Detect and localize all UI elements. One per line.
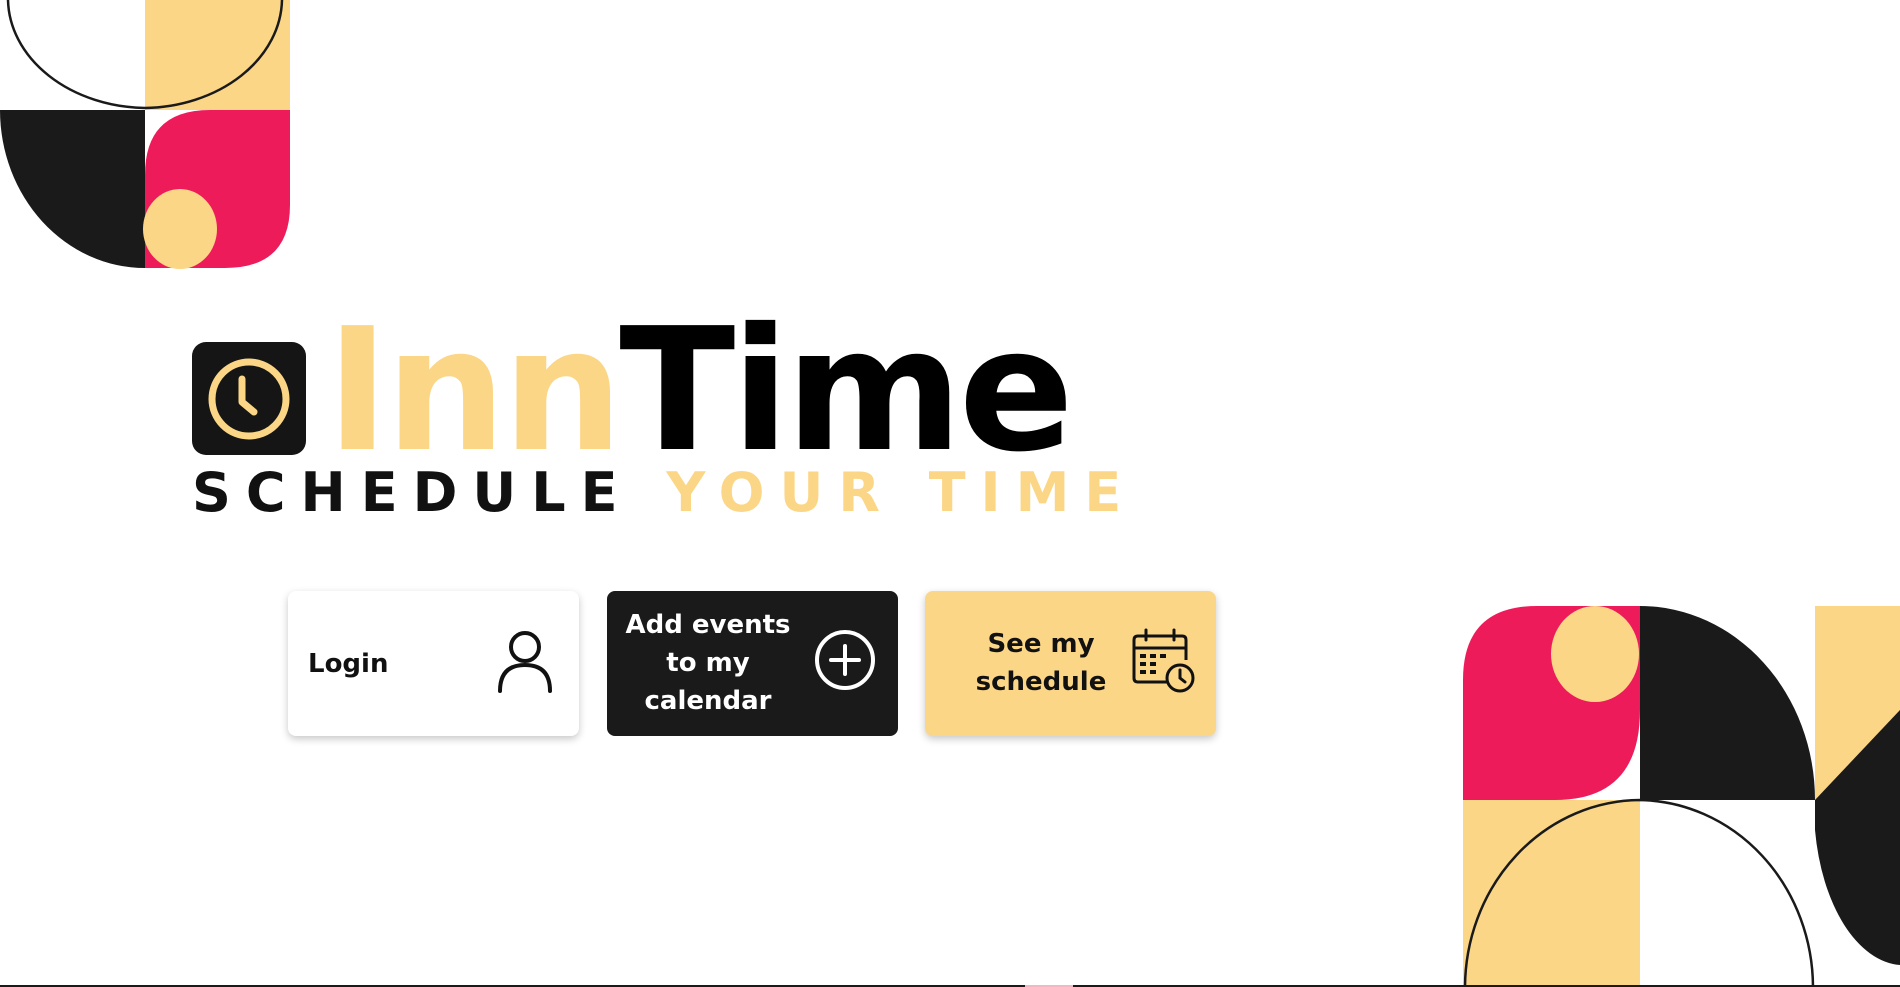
brand-title: InnTime: [326, 296, 1074, 486]
yellow-strip: [1815, 606, 1900, 801]
tagline: SCHEDULE YOUR TIME: [192, 462, 1136, 524]
top-left-geometric-decoration: [0, 0, 290, 269]
pink-rounded-block: [1463, 606, 1640, 800]
user-icon: [498, 631, 552, 693]
black-quarter-shape: [0, 110, 145, 268]
see-schedule-button[interactable]: See my schedule: [925, 591, 1216, 736]
yellow-dot-bottom: [1551, 606, 1639, 702]
add-events-button-label: Add events to my calendar: [625, 610, 791, 716]
black-triangle: [1815, 710, 1900, 800]
plus-circle-icon: [815, 630, 875, 690]
calendar-clock-icon: [1132, 628, 1195, 693]
yellow-block: [145, 0, 290, 110]
black-quarter-circle: [1640, 606, 1815, 800]
landing-page: InnTime SCHEDULE YOUR TIME Login Add eve…: [0, 0, 1900, 987]
clock-icon: [192, 342, 306, 455]
yellow-dot: [143, 189, 217, 269]
see-schedule-button-label: See my schedule: [975, 629, 1107, 697]
login-button-label: Login: [308, 649, 389, 679]
black-right-arc: [1815, 800, 1900, 965]
add-events-button[interactable]: Add events to my calendar: [607, 591, 898, 736]
outline-big-arc: [1463, 798, 1815, 987]
yellow-bottom-left-block: [1463, 800, 1640, 987]
tagline-your-time: YOUR TIME: [666, 461, 1137, 524]
login-button[interactable]: Login: [288, 591, 579, 736]
tagline-schedule: SCHEDULE: [192, 461, 633, 524]
